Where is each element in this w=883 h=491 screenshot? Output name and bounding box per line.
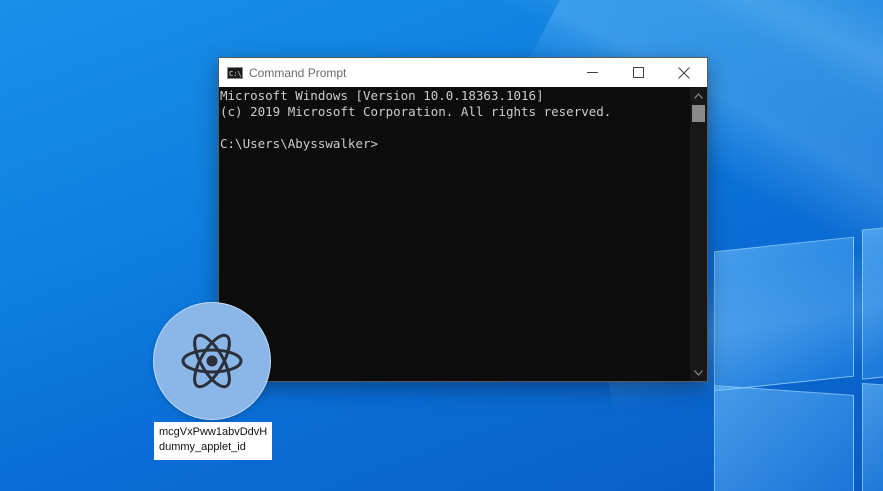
windows-logo-wallpaper	[714, 222, 883, 491]
logo-pane	[862, 382, 883, 491]
maximize-icon	[632, 67, 644, 78]
logo-pane	[714, 236, 854, 392]
logo-pane	[862, 226, 883, 380]
logo-pane	[714, 385, 854, 491]
chevron-down-icon	[694, 369, 703, 376]
desktop: C:\ Command Prompt Microsoft Windows [Ve…	[0, 0, 883, 491]
applet-label-name: dummy_applet_id	[159, 441, 246, 453]
window-titlebar[interactable]: C:\ Command Prompt	[219, 58, 707, 87]
console-line: Microsoft Windows [Version 10.0.18363.10…	[220, 88, 544, 103]
window-controls	[569, 58, 707, 87]
react-atom-icon	[181, 333, 243, 389]
command-prompt-window[interactable]: C:\ Command Prompt Microsoft Windows [Ve…	[218, 57, 708, 382]
console-output[interactable]: Microsoft Windows [Version 10.0.18363.10…	[219, 87, 689, 381]
scroll-up-button[interactable]	[690, 87, 707, 104]
cmd-icon[interactable]: C:\	[227, 66, 243, 79]
console-line: (c) 2019 Microsoft Corporation. All righ…	[220, 104, 612, 119]
chevron-up-icon	[694, 92, 703, 99]
close-icon	[678, 66, 690, 79]
applet-button[interactable]	[153, 302, 271, 420]
scrollbar-thumb[interactable]	[692, 105, 705, 122]
applet-label: mcgVxPww1abvDdvH dummy_applet_id	[154, 422, 272, 460]
vertical-scrollbar[interactable]	[690, 87, 707, 381]
applet-label-id: mcgVxPww1abvDdvH	[159, 426, 268, 438]
minimize-button[interactable]	[569, 58, 615, 87]
console-prompt[interactable]: C:\Users\Abysswalker>	[219, 136, 689, 152]
maximize-button[interactable]	[615, 58, 661, 87]
scroll-down-button[interactable]	[690, 364, 707, 381]
close-button[interactable]	[661, 58, 707, 87]
window-title: Command Prompt	[249, 65, 347, 80]
minimize-icon	[586, 72, 598, 73]
